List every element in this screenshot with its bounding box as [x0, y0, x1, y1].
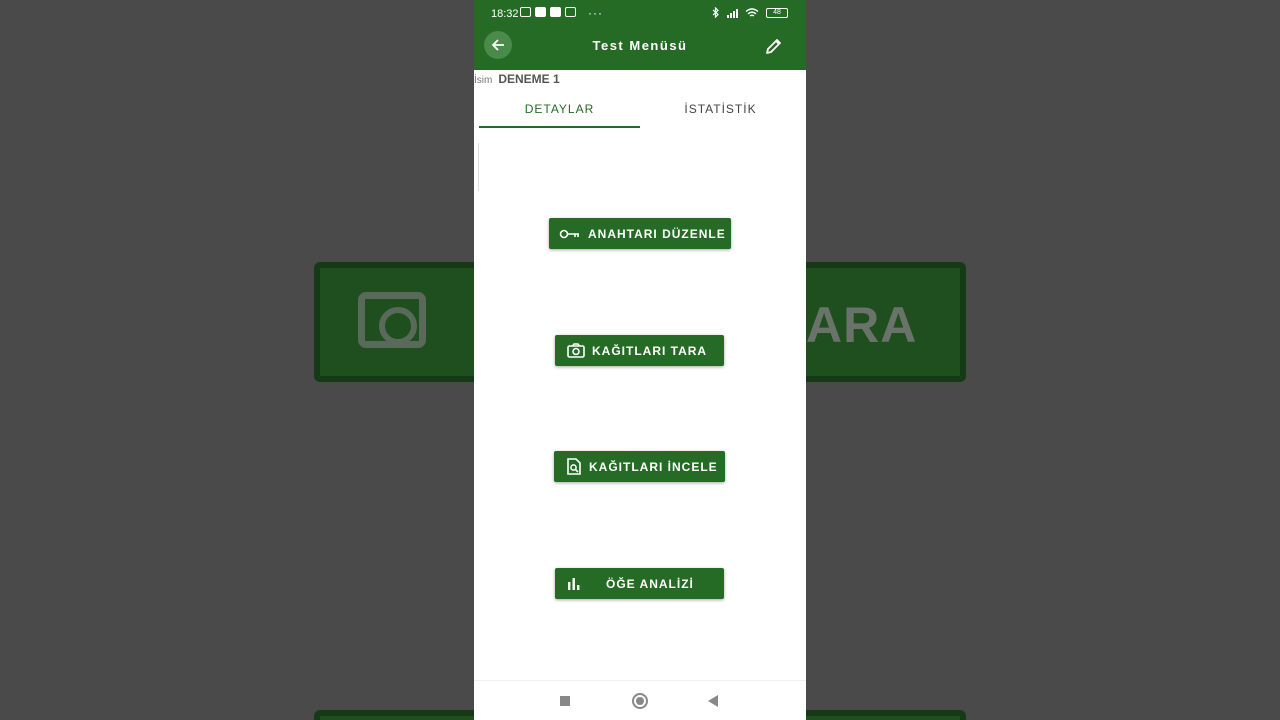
- name-field: İsim DENEME 1: [474, 72, 560, 88]
- camera-icon: [567, 343, 585, 358]
- back-arrow-icon: [491, 39, 504, 51]
- key-icon: [559, 227, 581, 241]
- page-title: Test Menüsü: [592, 38, 688, 53]
- bar-chart-icon: [567, 577, 581, 591]
- document-search-icon: [566, 458, 582, 475]
- edit-key-label: ANAHTARI DÜZENLE: [588, 226, 726, 241]
- recents-button[interactable]: [560, 696, 570, 706]
- item-analysis-label: ÖĞE ANALİZİ: [606, 576, 694, 591]
- item-analysis-button[interactable]: ÖĞE ANALİZİ: [555, 568, 724, 599]
- name-label: İsim: [474, 75, 493, 86]
- notification-icon: [565, 7, 576, 17]
- review-papers-label: KAĞITLARI İNCELE: [589, 459, 718, 474]
- pencil-icon[interactable]: [764, 36, 784, 56]
- back-button[interactable]: [484, 31, 512, 59]
- status-system-icons: 48: [712, 7, 788, 18]
- system-nav-bar: [474, 680, 806, 720]
- scroll-indicator: [478, 143, 479, 191]
- status-time: 18:32: [491, 8, 519, 20]
- scan-papers-button[interactable]: KAĞITLARI TARA: [555, 335, 724, 366]
- system-back-button[interactable]: [708, 695, 718, 707]
- tab-details[interactable]: DETAYLAR: [479, 102, 640, 116]
- tab-statistics[interactable]: İSTATİSTİK: [640, 102, 801, 116]
- status-notification-icons: [520, 7, 576, 17]
- status-bar: 18:32 ··· 48: [474, 0, 806, 28]
- scan-papers-label: KAĞITLARI TARA: [592, 343, 708, 358]
- edit-key-button[interactable]: ANAHTARI DÜZENLE: [549, 218, 731, 249]
- background-blurred-text: ARA: [806, 297, 918, 353]
- notification-icon: [520, 7, 531, 17]
- tab-bar: DETAYLAR İSTATİSTİK: [474, 96, 806, 130]
- name-value[interactable]: DENEME 1: [498, 72, 559, 86]
- cell-signal-icon: [727, 8, 738, 18]
- more-notifications-icon: ···: [588, 6, 603, 20]
- battery-icon: 48: [766, 7, 788, 18]
- bluetooth-icon: [712, 7, 719, 18]
- notification-icon: [535, 7, 546, 17]
- active-tab-indicator: [479, 126, 640, 128]
- wifi-icon: [745, 7, 759, 17]
- notification-icon: [550, 7, 561, 17]
- background-camera-icon: [358, 292, 426, 348]
- app-bar: Test Menüsü: [474, 28, 806, 70]
- phone-screen: 18:32 ··· 48 Test Menüsü İsim DENEME 1 D…: [474, 0, 806, 720]
- review-papers-button[interactable]: KAĞITLARI İNCELE: [554, 451, 725, 482]
- home-button[interactable]: [632, 693, 648, 709]
